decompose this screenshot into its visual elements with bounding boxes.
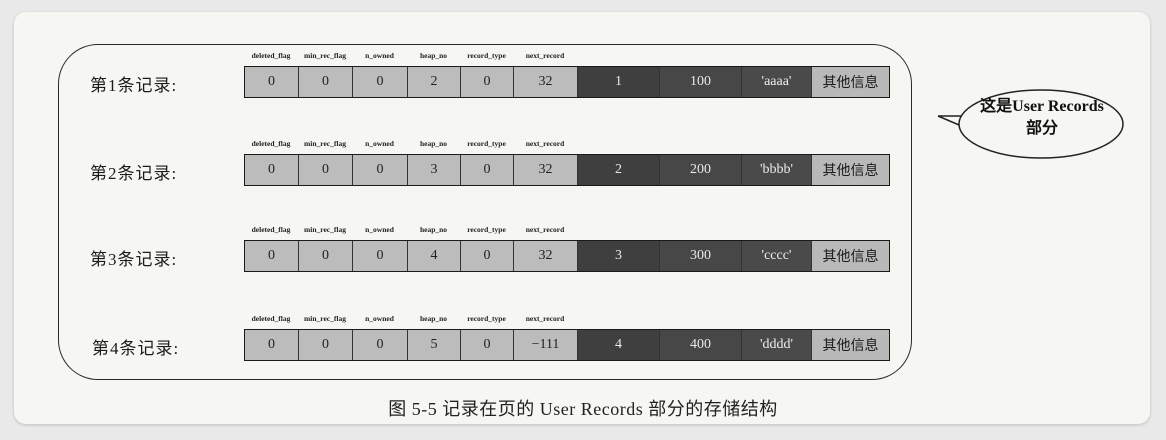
header-cell-heap-no: 5 <box>408 330 461 360</box>
field-name-record-type: record_type <box>467 314 506 323</box>
header-cell-min-rec-flag: 0 <box>299 241 353 271</box>
field-name-deleted-flag: deleted_flag <box>251 314 291 323</box>
field-name-min-rec-flag: min_rec_flag <box>304 314 346 323</box>
header-cell-min-rec-flag: 0 <box>299 330 353 360</box>
column-id-cell: 3 <box>578 241 660 271</box>
field-name-n-owned: n_owned <box>365 225 394 234</box>
column-value-cell: 200 <box>660 155 742 185</box>
record-row: 0 0 0 5 0 −111 4 400'dddd' 其他信息 <box>244 329 890 361</box>
header-cell-deleted-flag: 0 <box>245 330 299 360</box>
header-cell-n-owned: 0 <box>353 241 408 271</box>
field-name-min-rec-flag: min_rec_flag <box>304 225 346 234</box>
column-value-cell: 300 <box>660 241 742 271</box>
record-row: 0 0 0 2 0 32 1 100'aaaa' 其他信息 <box>244 66 890 98</box>
field-name-next-record: next_record <box>525 139 565 148</box>
header-cell-min-rec-flag: 0 <box>299 155 353 185</box>
record-label: 第3条记录: <box>90 250 178 269</box>
header-cell-record-type: 0 <box>461 155 514 185</box>
other-info-cell: 其他信息 <box>812 155 889 185</box>
header-cell-record-type: 0 <box>461 241 514 271</box>
field-name-next-record: next_record <box>525 51 565 60</box>
header-cell-next-record: 32 <box>514 241 578 271</box>
record-label: 第4条记录: <box>92 339 180 358</box>
callout-line1: 这是User Records <box>980 98 1104 115</box>
record-row: 0 0 0 3 0 32 2 200'bbbb' 其他信息 <box>244 154 890 186</box>
field-name-n-owned: n_owned <box>365 139 394 148</box>
header-cell-next-record: 32 <box>514 155 578 185</box>
callout-bubble: 这是User Records 部分 <box>936 86 1126 168</box>
field-name-heap-no: heap_no <box>419 139 448 148</box>
column-name-cell: 'bbbb' <box>742 155 812 185</box>
column-name-cell: 'dddd' <box>742 330 812 360</box>
other-info-cell: 其他信息 <box>812 67 889 97</box>
field-name-min-rec-flag: min_rec_flag <box>304 51 346 60</box>
field-name-record-type: record_type <box>467 225 506 234</box>
column-value-cell: 100 <box>660 67 742 97</box>
field-name-heap-no: heap_no <box>419 314 448 323</box>
header-cell-min-rec-flag: 0 <box>299 67 353 97</box>
callout-line2: 部分 <box>1025 120 1058 137</box>
column-name-cell: 'aaaa' <box>742 67 812 97</box>
field-name-deleted-flag: deleted_flag <box>251 225 291 234</box>
header-cell-record-type: 0 <box>461 67 514 97</box>
field-name-heap-no: heap_no <box>419 51 448 60</box>
field-name-next-record: next_record <box>525 314 565 323</box>
header-cell-deleted-flag: 0 <box>245 241 299 271</box>
header-cell-heap-no: 2 <box>408 67 461 97</box>
field-name-n-owned: n_owned <box>365 51 394 60</box>
header-cell-heap-no: 4 <box>408 241 461 271</box>
column-value-cell: 400 <box>660 330 742 360</box>
record-row: 0 0 0 4 0 32 3 300'cccc' 其他信息 <box>244 240 890 272</box>
field-name-next-record: next_record <box>525 225 565 234</box>
column-id-cell: 4 <box>578 330 660 360</box>
figure-caption: 图 5-5 记录在页的 User Records 部分的存储结构 <box>388 399 778 419</box>
field-name-min-rec-flag: min_rec_flag <box>304 139 346 148</box>
record-label: 第2条记录: <box>90 164 178 183</box>
field-name-n-owned: n_owned <box>365 314 394 323</box>
field-name-deleted-flag: deleted_flag <box>251 51 291 60</box>
header-cell-n-owned: 0 <box>353 67 408 97</box>
header-cell-n-owned: 0 <box>353 155 408 185</box>
other-info-cell: 其他信息 <box>812 330 889 360</box>
column-id-cell: 2 <box>578 155 660 185</box>
record-label: 第1条记录: <box>90 76 178 95</box>
header-cell-deleted-flag: 0 <box>245 67 299 97</box>
header-cell-heap-no: 3 <box>408 155 461 185</box>
field-name-deleted-flag: deleted_flag <box>251 139 291 148</box>
header-cell-record-type: 0 <box>461 330 514 360</box>
callout-text: 这是User Records 部分 <box>958 96 1126 140</box>
column-id-cell: 1 <box>578 67 660 97</box>
column-name-cell: 'cccc' <box>742 241 812 271</box>
field-name-record-type: record_type <box>467 139 506 148</box>
header-cell-deleted-flag: 0 <box>245 155 299 185</box>
header-cell-next-record: 32 <box>514 67 578 97</box>
other-info-cell: 其他信息 <box>812 241 889 271</box>
field-name-record-type: record_type <box>467 51 506 60</box>
header-cell-n-owned: 0 <box>353 330 408 360</box>
header-cell-next-record: −111 <box>514 330 578 360</box>
field-name-heap-no: heap_no <box>419 225 448 234</box>
